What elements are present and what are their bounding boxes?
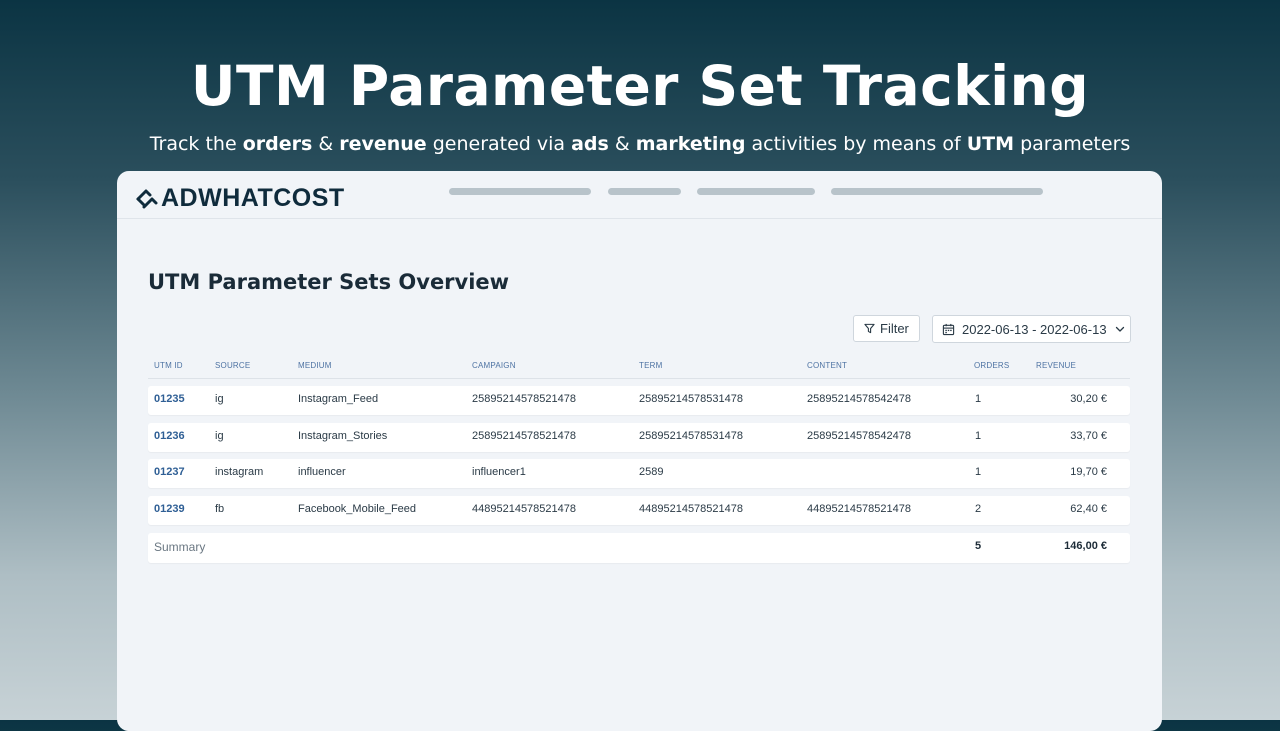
hero-title: UTM Parameter Set Tracking [190, 54, 1090, 118]
nav-item-placeholder[interactable] [608, 188, 681, 195]
hero-subtitle: Track the orders & revenue generated via… [0, 133, 1280, 155]
campaign-cell: 25895214578521478 [472, 393, 577, 405]
column-header-utm-id[interactable]: UTM ID [154, 361, 183, 370]
summary-label: Summary [154, 540, 206, 554]
nav-item-placeholder[interactable] [697, 188, 815, 195]
summary-revenue: 146,00 € [1064, 540, 1107, 552]
orders-cell: 2 [975, 503, 982, 515]
column-header-term[interactable]: TERM [639, 361, 662, 370]
source-cell: instagram [215, 466, 264, 478]
medium-cell: influencer [298, 466, 346, 478]
column-header-source[interactable]: SOURCE [215, 361, 250, 370]
page-title: UTM Parameter Sets Overview [148, 270, 510, 294]
subtitle-emphasis: marketing [635, 133, 746, 155]
content-cell: 25895214578542478 [807, 430, 912, 442]
app-window: ADWHATCOST UTM Parameter Sets Overview F… [117, 171, 1162, 731]
content-cell: 25895214578542478 [807, 393, 912, 405]
table-row[interactable]: 01239 fb Facebook_Mobile_Feed 4489521457… [148, 496, 1130, 525]
nav-item-placeholder[interactable] [449, 188, 591, 195]
orders-cell: 1 [975, 466, 982, 478]
revenue-cell: 33,70 € [1070, 430, 1107, 442]
source-cell: ig [215, 430, 224, 442]
logo-text: ADWHATCOST [161, 184, 345, 212]
term-cell: 25895214578531478 [639, 430, 744, 442]
subtitle-emphasis: UTM [966, 133, 1015, 155]
adwhatcost-logo-icon [136, 189, 158, 208]
medium-cell: Instagram_Stories [298, 430, 388, 442]
revenue-cell: 19,70 € [1070, 466, 1107, 478]
nav-item-placeholder[interactable] [831, 188, 1043, 195]
medium-cell: Instagram_Feed [298, 393, 379, 405]
term-cell: 44895214578521478 [639, 503, 744, 515]
term-cell: 25895214578531478 [639, 393, 744, 405]
summary-row: Summary 5 146,00 € [148, 533, 1130, 563]
date-range-label: 2022-06-13 - 2022-06-13 [962, 321, 1107, 337]
column-header-orders[interactable]: ORDERS [974, 361, 1009, 370]
summary-orders: 5 [975, 540, 982, 552]
utm-id-link[interactable]: 01237 [154, 466, 185, 478]
table-row[interactable]: 01237 instagram influencer influencer1 2… [148, 459, 1130, 488]
utm-id-link[interactable]: 01239 [154, 503, 185, 515]
column-header-medium[interactable]: MEDIUM [298, 361, 332, 370]
utm-id-link[interactable]: 01236 [154, 430, 185, 442]
term-cell: 2589 [639, 466, 664, 478]
filter-label: Filter [880, 321, 909, 336]
content-cell: 44895214578521478 [807, 503, 912, 515]
calendar-icon [942, 323, 955, 335]
filter-button[interactable]: Filter [853, 315, 920, 342]
subtitle-emphasis: revenue [339, 133, 427, 155]
subtitle-emphasis: ads [571, 133, 609, 155]
chevron-down-icon [1115, 326, 1124, 332]
table-row[interactable]: 01236 ig Instagram_Stories 2589521457852… [148, 423, 1130, 452]
orders-cell: 1 [975, 430, 982, 442]
top-navigation-bar: ADWHATCOST [117, 171, 1162, 219]
subtitle-text: activities by means of [745, 133, 967, 155]
table-row[interactable]: 01235 ig Instagram_Feed 2589521457852147… [148, 386, 1130, 415]
table-header: UTM ID SOURCE MEDIUM CAMPAIGN TERM CONTE… [148, 357, 1130, 379]
medium-cell: Facebook_Mobile_Feed [298, 503, 417, 515]
date-range-picker[interactable]: 2022-06-13 - 2022-06-13 [932, 315, 1131, 343]
campaign-cell: influencer1 [472, 466, 526, 478]
utm-id-link[interactable]: 01235 [154, 393, 185, 405]
app-logo[interactable]: ADWHATCOST [135, 184, 345, 213]
subtitle-text: & [608, 133, 636, 155]
campaign-cell: 44895214578521478 [472, 503, 577, 515]
revenue-cell: 30,20 € [1070, 393, 1107, 405]
subtitle-text: parameters [1014, 133, 1131, 155]
subtitle-text: & [312, 133, 340, 155]
filter-icon [864, 323, 875, 334]
column-header-campaign[interactable]: CAMPAIGN [472, 361, 516, 370]
orders-cell: 1 [975, 393, 982, 405]
campaign-cell: 25895214578521478 [472, 430, 577, 442]
subtitle-text: Track the [149, 133, 243, 155]
column-header-content[interactable]: CONTENT [807, 361, 847, 370]
column-header-revenue[interactable]: REVENUE [1036, 361, 1076, 370]
subtitle-emphasis: orders [242, 133, 313, 155]
source-cell: fb [215, 503, 225, 515]
source-cell: ig [215, 393, 224, 405]
revenue-cell: 62,40 € [1070, 503, 1107, 515]
subtitle-text: generated via [426, 133, 572, 155]
